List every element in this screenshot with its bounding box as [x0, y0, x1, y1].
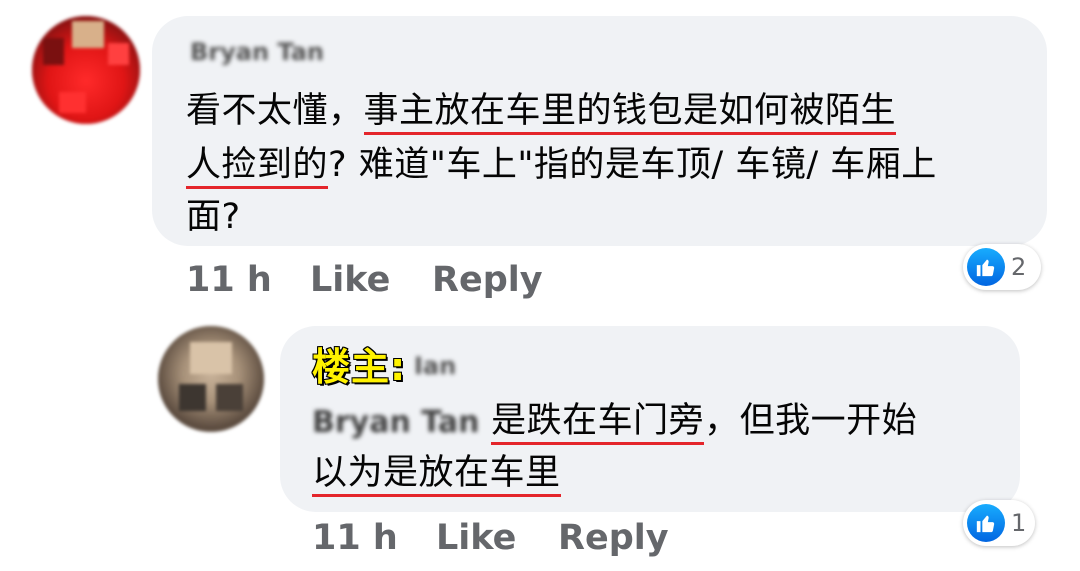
mention-tag[interactable]: Bryan Tan: [312, 405, 479, 440]
comment-text: ? 难道"车上"指的是车顶/ 车镜/ 车厢上: [328, 145, 937, 185]
commenter-avatar[interactable]: [32, 16, 140, 124]
underlined-text: 事主放在车里的钱包是如何被陌生: [363, 91, 897, 135]
comment-time[interactable]: 11 h: [186, 260, 272, 300]
reply-button[interactable]: Reply: [558, 518, 669, 558]
reply-text-line-2: 以为是放在车里: [312, 446, 561, 500]
reaction-badge[interactable]: 2: [963, 244, 1041, 290]
underlined-text: 人捡到的: [186, 145, 329, 189]
underlined-text: 是跌在车门旁: [491, 401, 705, 445]
like-button[interactable]: Like: [436, 518, 516, 558]
underlined-text: 以为是放在车里: [312, 453, 561, 497]
comment-text-line-1: 看不太懂，事主放在车里的钱包是如何被陌生: [186, 84, 897, 138]
reaction-badge[interactable]: 1: [963, 500, 1035, 546]
comment-text-line-2: 人捡到的? 难道"车上"指的是车顶/ 车镜/ 车厢上: [186, 138, 937, 192]
comment-text: 看不太懂，: [186, 91, 364, 131]
comment-text-line-3: 面?: [186, 197, 241, 237]
reply-text-line-1: Bryan Tan 是跌在车门旁，但我一开始: [312, 394, 917, 450]
like-button[interactable]: Like: [310, 260, 390, 300]
reaction-count: 2: [1011, 253, 1027, 281]
reply-time[interactable]: 11 h: [312, 518, 398, 558]
op-tag: 楼主:: [311, 344, 407, 390]
reply-author-avatar[interactable]: [158, 326, 264, 432]
reaction-count: 1: [1011, 509, 1027, 537]
like-icon: [967, 504, 1005, 542]
reply-author[interactable]: Ian: [414, 352, 456, 380]
reply-button[interactable]: Reply: [432, 260, 543, 300]
like-icon: [967, 248, 1005, 286]
comment-author[interactable]: Bryan Tan: [190, 38, 324, 66]
reply-text: ，但我一开始: [704, 401, 918, 441]
